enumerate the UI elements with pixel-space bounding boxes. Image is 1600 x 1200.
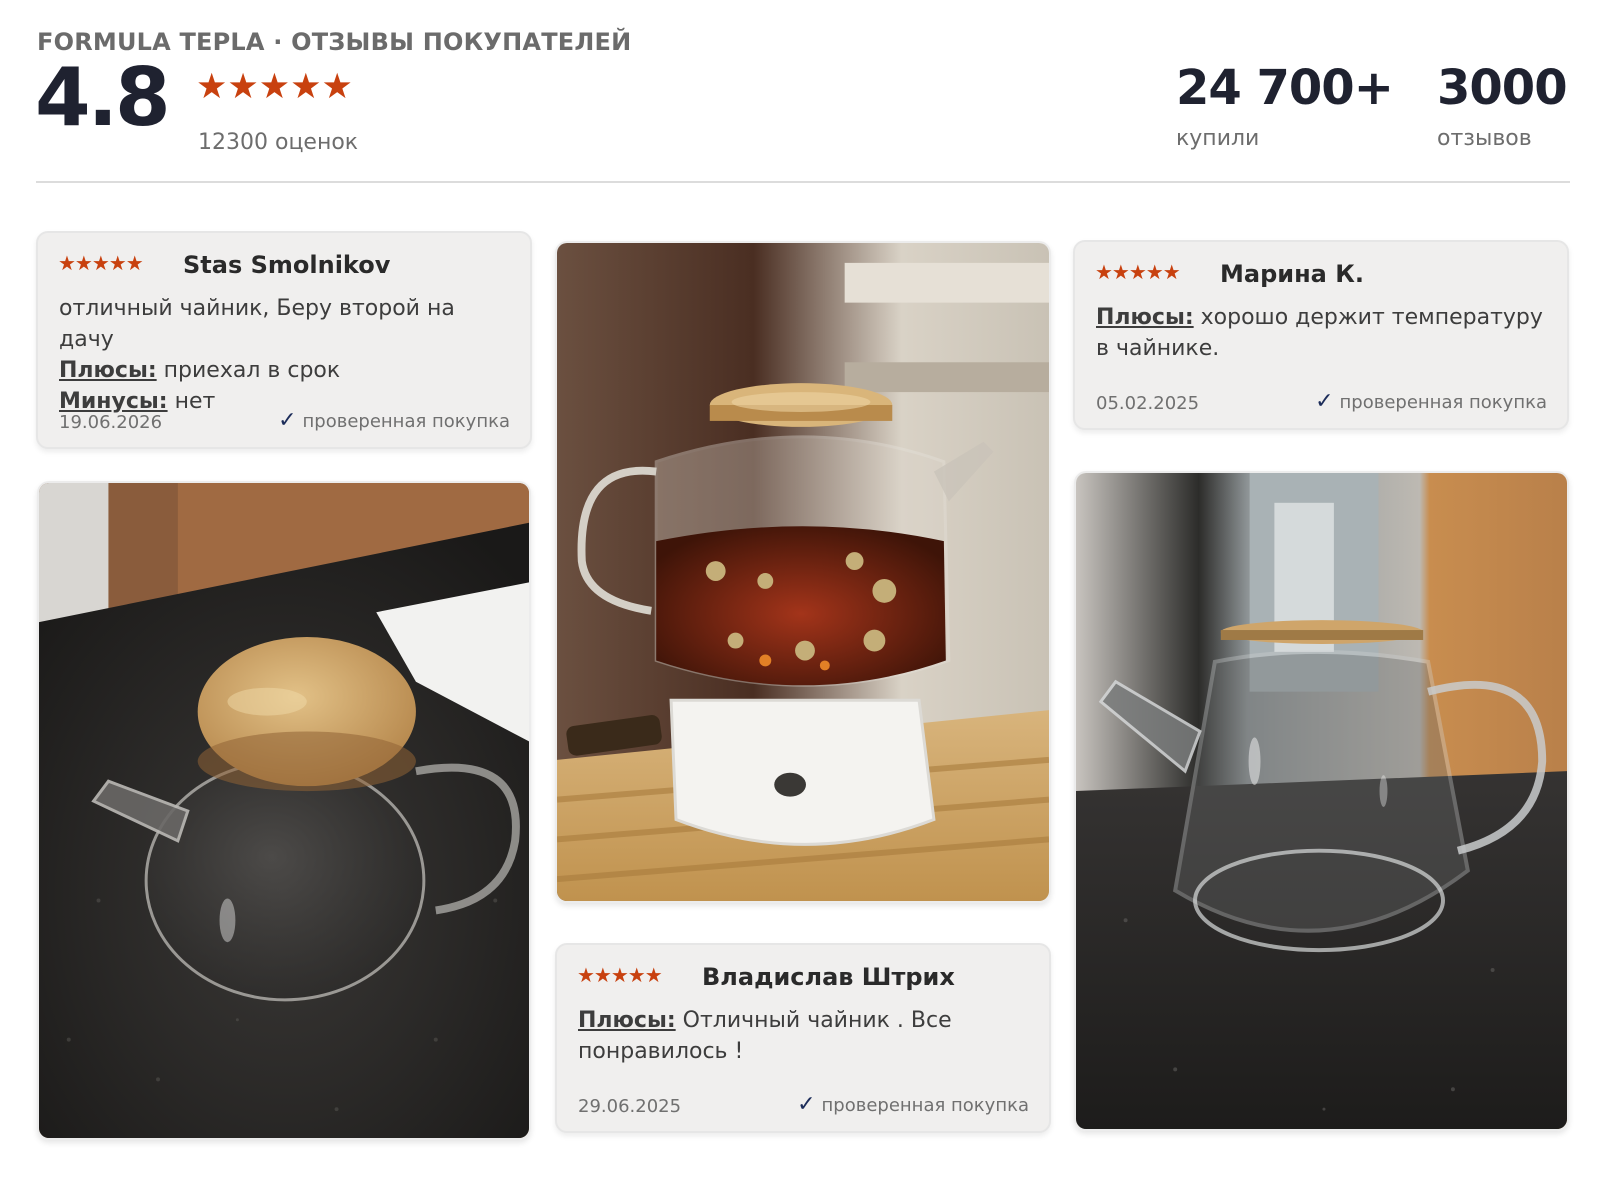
review-author: Stas Smolnikov (183, 251, 391, 279)
review-photo[interactable] (555, 241, 1051, 903)
review-date: 19.06.2026 (59, 412, 163, 433)
review-stars-icon: ★★★★★ (1095, 260, 1181, 284)
review-text: отличный чайник, Беру второй на дачу (59, 296, 455, 352)
stat-reviews: 3000 отзывов (1437, 60, 1568, 151)
review-photo[interactable] (37, 481, 531, 1140)
pros-text: приехал в срок (163, 358, 341, 383)
review-card: ★★★★★ Марина К. Плюсы: хорошо держит тем… (1073, 240, 1569, 430)
ratings-count: 12300 оценок (198, 130, 359, 155)
verified-badge: ✓ проверенная покупка (797, 1092, 1029, 1117)
review-stars-icon: ★★★★★ (577, 963, 663, 987)
review-date: 29.06.2025 (578, 1096, 682, 1117)
verified-badge: ✓ проверенная покупка (1315, 389, 1547, 414)
verified-label: проверенная покупка (821, 1095, 1029, 1116)
header-divider (36, 181, 1570, 183)
cons-text: нет (174, 389, 216, 414)
review-body: отличный чайник, Беру второй на дачу Плю… (59, 293, 514, 417)
check-icon: ✓ (1315, 389, 1334, 414)
review-author: Марина К. (1220, 260, 1364, 288)
verified-label: проверенная покупка (1339, 392, 1547, 413)
average-rating: 4.8 (35, 51, 171, 144)
review-date: 05.02.2025 (1096, 393, 1200, 414)
empty-teapot-photo-image (1076, 473, 1567, 1129)
check-icon: ✓ (278, 408, 297, 433)
stat-bought-label: купили (1176, 126, 1260, 151)
stat-bought-value: 24 700+ (1176, 60, 1394, 116)
cons-label: Минусы: (59, 389, 168, 414)
pros-label: Плюсы: (1096, 305, 1194, 330)
review-photo[interactable] (1074, 471, 1569, 1131)
review-body: Плюсы: Отличный чайник . Все понравилось… (578, 1005, 1033, 1067)
teapot-warmer-photo-image (557, 243, 1049, 901)
check-icon: ✓ (797, 1092, 816, 1117)
pros-label: Плюсы: (59, 358, 157, 383)
review-body: Плюсы: хорошо держит температуру в чайни… (1096, 302, 1551, 364)
stat-reviews-label: отзывов (1437, 126, 1532, 151)
verified-label: проверенная покупка (302, 411, 510, 432)
review-author: Владислав Штрих (702, 963, 955, 991)
verified-badge: ✓ проверенная покупка (278, 408, 510, 433)
review-card: ★★★★★ Владислав Штрих Плюсы: Отличный ча… (555, 943, 1051, 1133)
teapot-photo-image (39, 483, 529, 1138)
review-stars-icon: ★★★★★ (58, 251, 144, 275)
stat-bought: 24 700+ купили (1176, 60, 1394, 151)
pros-label: Плюсы: (578, 1008, 676, 1033)
rating-stars-icon: ★★★★★ (196, 67, 353, 107)
stat-reviews-value: 3000 (1437, 60, 1568, 116)
review-card: ★★★★★ Stas Smolnikov отличный чайник, Бе… (36, 231, 532, 449)
